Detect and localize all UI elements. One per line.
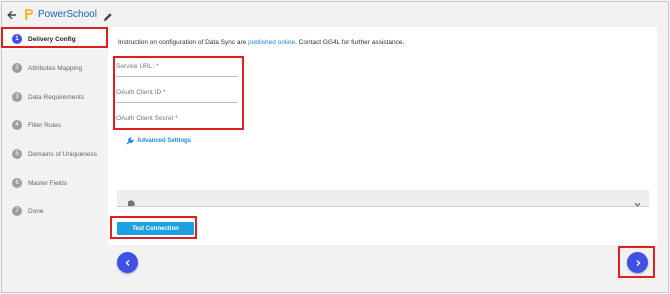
step-label: Domains of Uniqueness bbox=[28, 150, 98, 158]
step-master-fields[interactable]: 6 Master Fields bbox=[3, 173, 107, 193]
step-domains-of-uniqueness[interactable]: 5 Domains of Uniqueness bbox=[3, 144, 107, 164]
pencil-icon[interactable] bbox=[103, 9, 113, 21]
step-label: Data Requirements bbox=[28, 93, 84, 101]
step-number: 6 bbox=[12, 178, 22, 188]
previous-button[interactable] bbox=[117, 252, 138, 273]
step-number: 7 bbox=[12, 206, 22, 216]
wrench-icon bbox=[126, 137, 134, 145]
app-title: PowerSchool bbox=[38, 8, 97, 20]
step-label: Master Fields bbox=[28, 179, 68, 187]
instruction-suffix: . Contact GG4L for further assistance. bbox=[295, 39, 405, 46]
oauth-client-id-field[interactable]: OAuth Client ID * bbox=[116, 89, 238, 103]
delivery-config-card: Instruction on configuration of Data Syn… bbox=[108, 27, 657, 245]
step-label: Done bbox=[28, 207, 44, 215]
step-number: 4 bbox=[12, 120, 22, 130]
arrow-left-icon[interactable] bbox=[6, 8, 18, 20]
step-number: 1 bbox=[12, 34, 22, 44]
step-label: Delivery Config bbox=[28, 35, 76, 43]
step-number: 3 bbox=[12, 92, 22, 102]
next-button[interactable] bbox=[627, 252, 648, 273]
step-done[interactable]: 7 Done bbox=[3, 201, 107, 221]
step-number: 5 bbox=[12, 149, 22, 159]
step-label: Filter Rules bbox=[28, 121, 61, 129]
instruction-text: Instruction on configuration of Data Syn… bbox=[118, 39, 404, 46]
steps-sidebar: 1 Delivery Config 2 Attributes Mapping 3… bbox=[3, 27, 108, 289]
chevron-left-icon bbox=[125, 259, 129, 266]
step-label: Attributes Mapping bbox=[28, 64, 83, 72]
chevron-down-icon[interactable] bbox=[634, 195, 641, 207]
step-filter-rules[interactable]: 4 Filter Rules bbox=[3, 115, 107, 135]
chevron-right-icon bbox=[636, 259, 640, 266]
step-attributes-mapping[interactable]: 2 Attributes Mapping bbox=[3, 58, 107, 78]
service-url-field[interactable]: Service URL: * bbox=[116, 63, 238, 77]
test-connection-button[interactable]: Test Connection bbox=[117, 222, 194, 235]
header: PowerSchool bbox=[6, 4, 113, 24]
powerschool-logo-icon bbox=[24, 8, 34, 21]
instruction-prefix: Instruction on configuration of Data Syn… bbox=[118, 39, 249, 46]
step-delivery-config[interactable]: 1 Delivery Config bbox=[3, 29, 107, 49]
published-online-link[interactable]: published online bbox=[248, 39, 295, 46]
step-number: 2 bbox=[12, 63, 22, 73]
advanced-settings-link[interactable]: Advanced Settings bbox=[126, 137, 191, 145]
advanced-settings-label: Advanced Settings bbox=[137, 138, 192, 144]
puzzle-icon bbox=[127, 194, 136, 206]
expansion-panel[interactable] bbox=[117, 190, 649, 207]
step-data-requirements[interactable]: 3 Data Requirements bbox=[3, 87, 107, 107]
oauth-client-secret-field[interactable]: OAuth Client Secret * bbox=[116, 115, 238, 129]
